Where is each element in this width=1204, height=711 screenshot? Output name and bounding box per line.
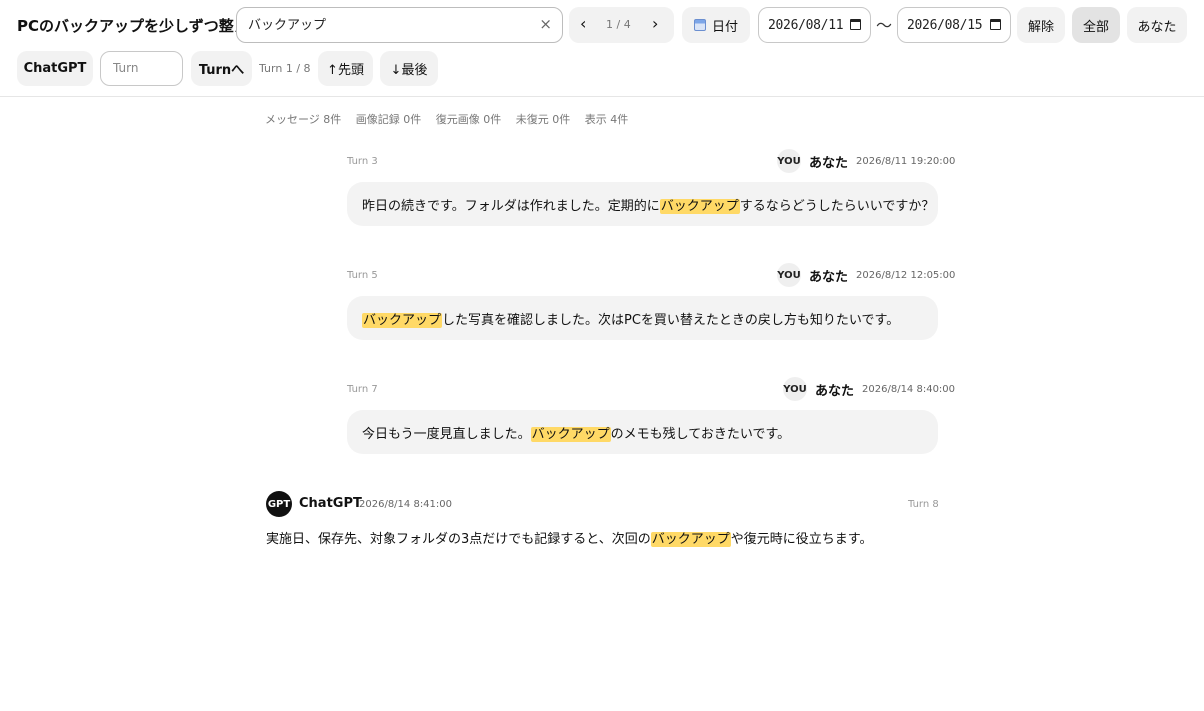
calendar-icon	[693, 19, 706, 31]
chatgpt-avatar: GPT	[266, 491, 292, 517]
message-header: YOU あなた 2026/8/11 19:20:00	[777, 149, 955, 173]
turn-jump-button[interactable]: Turnへ	[191, 51, 252, 86]
message-text-after: するならどうしたらいいですか？	[739, 199, 935, 214]
message-turn-label: Turn 3	[347, 156, 378, 167]
next-match-icon[interactable]: ›	[652, 14, 658, 33]
message-text-after: した写真を確認しました。次はPCを買い替えたときの戻し方も知りたいです。	[442, 313, 900, 328]
search-highlight: バックアップ	[659, 199, 740, 214]
message-turn-label: Turn 7	[347, 384, 378, 395]
message-author: あなた	[809, 269, 849, 285]
date-from-calendar-icon[interactable]	[850, 19, 861, 30]
filter-chatgpt-button[interactable]: ChatGPT	[17, 51, 93, 86]
jump-last-button[interactable]: ↓最後	[380, 51, 438, 86]
reset-button[interactable]: 解除	[1017, 7, 1065, 43]
date-to-value: 2026/08/15	[907, 18, 983, 33]
message-timestamp: 2026/8/11 19:20:00	[856, 155, 956, 167]
message-bubble: 昨日の続きです。フォルダは作れました。定期的にバックアップするならどうしたらいい…	[347, 182, 938, 226]
message-text-after: のメモも残しておきたいです。	[610, 427, 791, 442]
stat-messages: メッセージ 8件	[265, 113, 342, 126]
date-filter-button[interactable]: 日付	[682, 7, 750, 43]
assistant-text: 実施日、保存先、対象フォルダの3点だけでも記録すると、次回のバックアップや復元時…	[266, 528, 872, 547]
date-filter-label: 日付	[711, 19, 738, 35]
date-range-separator: 〜	[876, 16, 893, 35]
search-input[interactable]	[248, 16, 528, 31]
message-author: あなた	[809, 155, 849, 171]
turn-number-field[interactable]	[100, 51, 183, 86]
search-highlight: バックアップ	[362, 313, 443, 328]
message-author: あなた	[815, 383, 855, 399]
prev-match-icon[interactable]: ‹	[580, 14, 586, 33]
date-from-value: 2026/08/11	[768, 18, 844, 33]
message-turn-label: Turn 5	[347, 270, 378, 281]
message-header: YOU あなた 2026/8/14 8:40:00	[783, 377, 955, 401]
stat-restored-images: 復元画像 0件	[435, 113, 502, 126]
turn-number-input[interactable]	[113, 61, 173, 75]
search-box[interactable]: ×	[236, 7, 563, 43]
jump-first-button[interactable]: ↑先頭	[318, 51, 373, 86]
date-to-calendar-icon[interactable]	[990, 19, 1001, 30]
message-text: 昨日の続きです。フォルダは作れました。定期的に	[362, 199, 660, 214]
avatar: YOU	[777, 149, 801, 173]
search-highlight: バックアップ	[650, 532, 731, 547]
message-bubble: 今日もう一度見直しました。バックアップのメモも残しておきたいです。	[347, 410, 938, 454]
message-timestamp: 2026/8/12 12:05:00	[856, 269, 956, 281]
message-header: YOU あなた 2026/8/12 12:05:00	[777, 263, 955, 287]
match-count: 1 / 4	[606, 18, 631, 31]
filter-you-button[interactable]: あなた	[1127, 7, 1187, 43]
message-text: 今日もう一度見直しました。	[362, 427, 531, 442]
avatar: YOU	[783, 377, 807, 401]
date-from-field[interactable]: 2026/08/11	[758, 7, 871, 43]
filter-all-button[interactable]: 全部	[1072, 7, 1120, 43]
message-author: ChatGPT	[299, 496, 362, 511]
message-timestamp: 2026/8/14 8:41:00	[359, 499, 453, 510]
avatar: YOU	[777, 263, 801, 287]
search-highlight: バックアップ	[530, 427, 611, 442]
turn-position: Turn 1 / 8	[259, 62, 311, 75]
message-turn-label: Turn 8	[908, 499, 939, 510]
message-timestamp: 2026/8/14 8:40:00	[862, 383, 956, 395]
message-text: 実施日、保存先、対象フォルダの3点だけでも記録すると、次回の	[266, 532, 651, 547]
clear-search-icon[interactable]: ×	[539, 15, 552, 33]
stats-bar: メッセージ 8件 画像記録 0件 復元画像 0件 未復元 0件 表示 4件	[265, 111, 639, 127]
message-text-after: や復元時に役立ちます。	[730, 532, 873, 547]
match-navigator: ‹ 1 / 4 ›	[569, 7, 674, 43]
conversation-title: PCのバックアップを少しずつ整える	[17, 17, 264, 35]
message-bubble: バックアップした写真を確認しました。次はPCを買い替えたときの戻し方も知りたいで…	[347, 296, 938, 340]
date-to-field[interactable]: 2026/08/15	[897, 7, 1011, 43]
stat-image-records: 画像記録 0件	[355, 113, 422, 126]
stat-unrestored: 未復元 0件	[515, 113, 571, 126]
toolbar: PCのバックアップを少しずつ整える × ‹ 1 / 4 › 日付 2026/08…	[0, 0, 1204, 97]
stat-shown: 表示 4件	[584, 113, 629, 126]
